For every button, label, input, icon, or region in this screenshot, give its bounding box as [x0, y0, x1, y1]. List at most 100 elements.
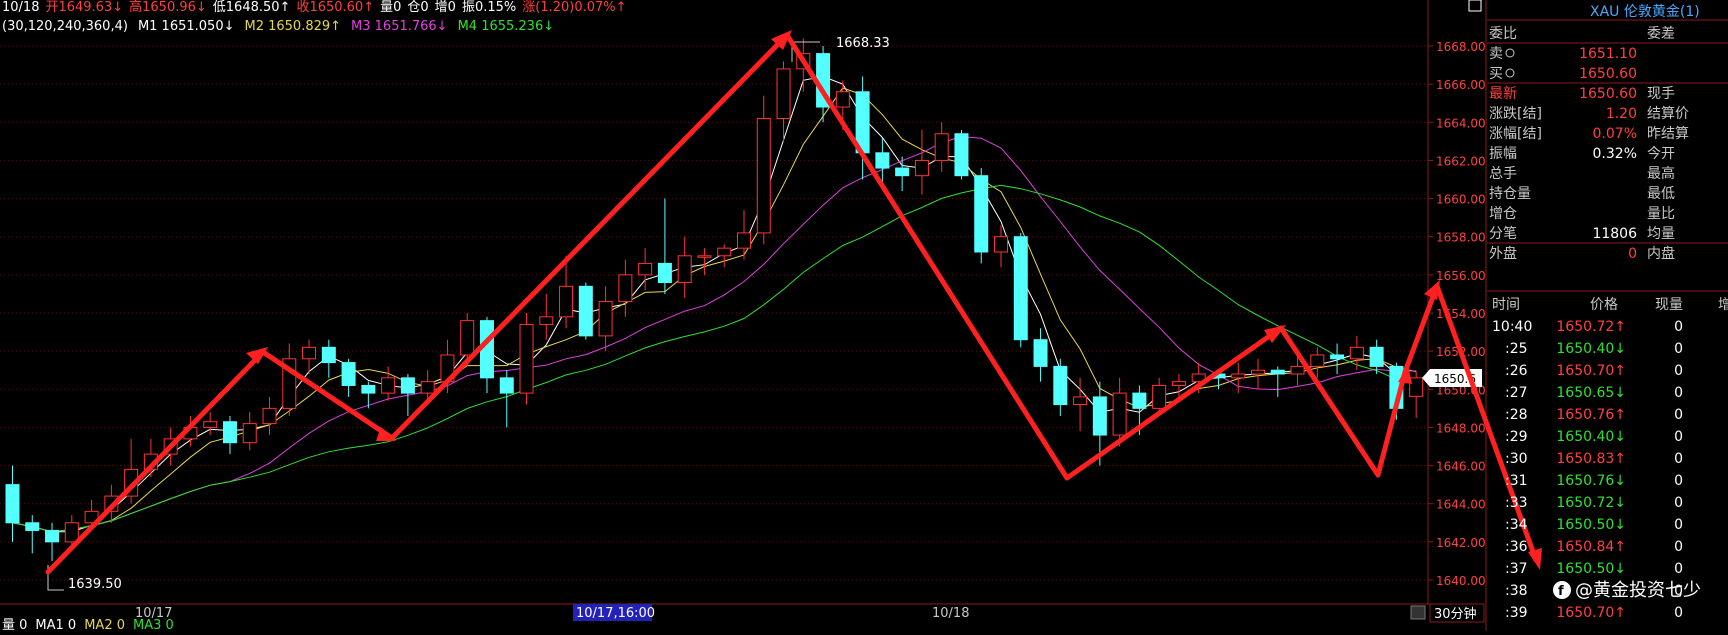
watermark-text: @黄金投资七少 [1575, 580, 1701, 601]
tick-price: 1650.50↓ [1556, 561, 1626, 577]
candle-up [539, 316, 554, 325]
quote-label-2: 量比 [1647, 206, 1675, 222]
tick-header: 现量 [1655, 297, 1683, 313]
high-annotation-label: 1668.33 [836, 36, 890, 51]
candle-up [1349, 346, 1364, 360]
price-tick-label: 1642.00 [1436, 536, 1486, 550]
volume-label: MA1 0 [35, 618, 76, 631]
quote-label-2: 今开 [1647, 146, 1675, 162]
tick-time: :25 [1505, 341, 1528, 357]
candle-up [203, 421, 218, 428]
trading-terminal: 1668.00 1666.00 1664.00 1662.00 1660.00 1658.… [0, 0, 1728, 633]
tick-price: 1650.40↓ [1556, 341, 1626, 357]
period-label[interactable]: 30分钟 [1434, 606, 1477, 622]
quote-value: 0 [1628, 246, 1637, 262]
tick-price: 1650.83↑ [1556, 451, 1626, 467]
tick-volume: 0 [1674, 429, 1683, 445]
candle-up [1112, 392, 1127, 436]
candle-down [1013, 236, 1028, 341]
candle-up [1409, 377, 1424, 397]
candle-up [1231, 373, 1246, 379]
candle-down [25, 522, 40, 531]
candle-up [618, 274, 633, 303]
tick-price: 1650.72↑ [1556, 319, 1626, 335]
tick-time: :39 [1505, 605, 1528, 621]
infobar-item: 仓0 [407, 0, 428, 15]
price-tick-label: 1640.00 [1436, 574, 1486, 588]
quote-value: 0.07% [1593, 126, 1637, 142]
price-tick-label: 1668.00 [1436, 40, 1486, 54]
quote-symbol: XAU 伦敦黄金(1) [1590, 3, 1700, 20]
tick-time: :30 [1505, 451, 1528, 467]
candle-down [222, 421, 237, 444]
candle-down [321, 346, 336, 364]
infobar-item: 高1650.96↓ [129, 0, 207, 15]
tick-volume: 0 [1674, 385, 1683, 401]
ma-value: M4 1655.236↓ [458, 19, 555, 34]
candle-up [914, 159, 929, 177]
tick-header: 时间 [1492, 297, 1520, 313]
tick-price: 1650.84↑ [1556, 539, 1626, 555]
candle-down [1053, 365, 1068, 406]
quote-label-2: 结算价 [1647, 106, 1689, 122]
candle-down [45, 529, 60, 543]
tick-volume: 0 [1674, 495, 1683, 511]
quote-label: 涨幅[结] [1489, 126, 1542, 142]
quote-value: 11806 [1592, 226, 1637, 242]
tick-price: 1650.40↓ [1556, 429, 1626, 445]
tick-time: :33 [1505, 495, 1528, 511]
quote-label: 外盘 [1489, 245, 1517, 262]
tick-volume: 0 [1674, 473, 1683, 489]
candle-up [519, 323, 534, 394]
price-tick-label: 1646.00 [1436, 460, 1486, 474]
infobar-item: 收1650.60↑ [296, 0, 374, 15]
tick-price: 1650.72↓ [1556, 495, 1626, 511]
volume-label: MA3 0 [133, 618, 174, 631]
candle-up [262, 407, 277, 425]
candle-up [736, 232, 751, 249]
candle-up [381, 377, 396, 394]
tick-volume: 0 [1674, 363, 1683, 379]
candle-up [1251, 369, 1266, 375]
tick-price: 1650.70↑ [1556, 363, 1626, 379]
candle-up [677, 255, 692, 283]
tick-price: 1650.76↓ [1556, 473, 1626, 489]
tick-time: :26 [1505, 363, 1528, 379]
quote-value: 1650.60 [1579, 66, 1637, 82]
period-selector[interactable]: 30分钟 [1410, 603, 1485, 623]
period-toggle[interactable] [1410, 605, 1426, 620]
quote-value: 0.32% [1593, 146, 1637, 162]
candle-up [1290, 365, 1305, 375]
tick-time: :27 [1505, 385, 1528, 401]
price-tick-label: 1648.00 [1436, 421, 1486, 435]
quote-label-2: 均量 [1647, 226, 1675, 242]
infobar-item: 增0 [435, 0, 456, 15]
candle-up [1171, 381, 1186, 386]
price-tick-label: 1664.00 [1436, 116, 1486, 130]
quote-label-2: 委差 [1647, 26, 1675, 42]
candle-down [341, 362, 356, 386]
chart-svg[interactable]: 1668.00 1666.00 1664.00 1662.00 1660.00 1658.… [0, 0, 1728, 633]
candle-up [934, 133, 949, 161]
candle-down [5, 484, 20, 524]
infobar-item: 量0 [380, 0, 401, 15]
price-tick-label: 1658.00 [1436, 231, 1486, 245]
candle-down [499, 377, 514, 394]
quote-label-2: 昨结算 [1647, 126, 1689, 142]
ma-value: M1 1651.050↓ [138, 19, 235, 34]
watermark: f @黄金投资七少 [1553, 580, 1701, 601]
tick-price: 1650.50↓ [1556, 517, 1626, 533]
ma-infobar: (30,120,240,360,4) M1 1651.050↓ M2 1650.82… [2, 19, 554, 34]
quote-label: 总手 [1489, 166, 1517, 182]
infobar-item: 10/18 [2, 0, 39, 15]
candle-down [974, 175, 989, 253]
tick-volume: 0 [1674, 407, 1683, 423]
candle-down [1369, 346, 1384, 367]
candle-up [1073, 396, 1088, 406]
candle-up [638, 262, 653, 276]
candle-up [776, 68, 791, 119]
tick-time: 10:40 [1492, 319, 1532, 335]
ma-params: (30,120,240,360,4) [2, 19, 128, 34]
candle-up [559, 285, 574, 318]
quote-value: 1.20 [1606, 106, 1637, 122]
